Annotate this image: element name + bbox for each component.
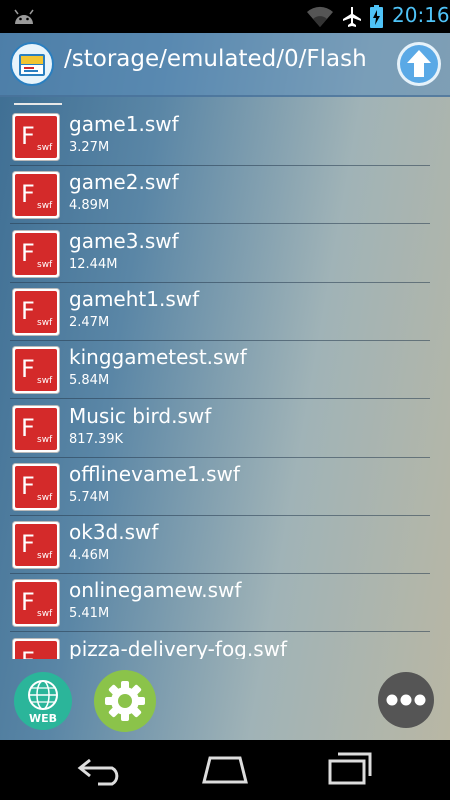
file-row[interactable]: Fswf ok3d.swf 4.46M <box>10 515 430 575</box>
swf-file-icon: Fswf <box>12 346 60 395</box>
swf-icon-sub: swf <box>37 435 53 445</box>
file-name: game1.swf <box>69 112 179 136</box>
file-size: 5.74M <box>69 489 110 505</box>
swf-icon-sub: swf <box>37 143 53 153</box>
android-icon <box>14 9 34 24</box>
swf-icon-sub: swf <box>37 551 53 561</box>
swf-icon-sub: swf <box>37 493 53 503</box>
bottom-toolbar: WEB <box>0 659 450 740</box>
web-label: WEB <box>29 712 57 725</box>
file-size: 4.46M <box>69 548 110 564</box>
swf-icon-letter: F <box>21 530 35 558</box>
swf-icon-letter: F <box>21 355 35 383</box>
swf-file-icon: Fswf <box>12 171 60 220</box>
file-row[interactable]: Fswf gameht1.swf 2.47M <box>10 282 430 341</box>
file-name: ok3d.swf <box>69 520 159 545</box>
file-size: 5.84M <box>69 373 110 389</box>
more-icon[interactable] <box>377 671 435 729</box>
file-row[interactable]: Fswf offlinevame1.swf 5.74M <box>10 457 430 516</box>
swf-icon-sub: swf <box>37 609 53 619</box>
swf-icon-letter: F <box>21 414 35 442</box>
file-row[interactable]: Fswf game3.swf 12.44M <box>10 224 430 283</box>
file-row[interactable]: Fswf kinggametest.swf 5.84M <box>10 340 430 400</box>
file-row[interactable]: Fswf onlinegamew.swf 5.41M <box>10 573 430 633</box>
airplane-icon <box>343 7 361 27</box>
status-bar: 20:16 <box>0 0 450 33</box>
header-bar: /storage/emulated/0/Flash <box>0 33 450 97</box>
file-size: 817.39K <box>69 431 124 447</box>
swf-file-icon: Fswf <box>12 521 60 570</box>
file-row[interactable]: Fswf pizza-delivery-fog.swf <box>10 632 430 659</box>
file-name: onlinegamew.swf <box>69 578 242 603</box>
swf-icon-sub: swf <box>37 376 53 386</box>
up-arrow-icon[interactable] <box>396 41 442 87</box>
clock: 20:16 <box>392 3 450 27</box>
gear-icon[interactable] <box>93 669 157 733</box>
file-name: kinggametest.swf <box>69 345 247 370</box>
swf-icon-sub: swf <box>37 318 53 328</box>
file-size: 4.89M <box>69 198 110 214</box>
current-path: /storage/emulated/0/Flash <box>64 46 367 72</box>
home-icon[interactable] <box>200 754 250 786</box>
swf-icon-sub: swf <box>37 260 53 270</box>
file-name: gameht1.swf <box>69 286 200 311</box>
swf-icon-letter: F <box>21 647 35 659</box>
file-name: game3.swf <box>69 228 179 253</box>
battery-charging-icon <box>370 5 383 28</box>
file-size: 2.47M <box>69 314 110 330</box>
swf-icon-letter: F <box>21 122 35 150</box>
swf-icon-letter: F <box>21 239 35 267</box>
swf-file-icon: Fswf <box>12 229 60 278</box>
swf-icon-letter: F <box>21 297 35 325</box>
file-list[interactable]: Fswf game1.swf 3.27M Fswf game2.swf 4.89M Fswf… <box>0 99 450 659</box>
app-icon[interactable] <box>10 42 54 86</box>
file-browser: /storage/emulated/0/Flash Fswf game1.swf 3… <box>0 33 450 740</box>
swf-file-icon: Fswf <box>12 287 60 336</box>
swf-icon-letter: F <box>21 588 35 616</box>
swf-file-icon: Fswf <box>12 404 60 453</box>
file-size: 3.27M <box>69 140 110 155</box>
scroll-indicator <box>14 103 62 105</box>
swf-icon-letter: F <box>21 180 35 208</box>
file-name: game2.swf <box>69 170 179 195</box>
swf-icon-letter: F <box>21 472 35 500</box>
wifi-icon <box>307 6 333 27</box>
file-row[interactable]: Fswf game2.swf 4.89M <box>10 165 430 225</box>
swf-file-icon: Fswf <box>12 637 60 659</box>
file-row[interactable]: Fswf Music bird.swf 817.39K <box>10 399 430 458</box>
swf-file-icon: Fswf <box>12 579 60 628</box>
navigation-bar <box>0 740 450 800</box>
file-name: pizza-delivery-fog.swf <box>69 636 288 659</box>
file-name: Music bird.swf <box>69 403 212 428</box>
back-icon[interactable] <box>76 754 126 786</box>
file-size: 12.44M <box>69 256 118 272</box>
file-size: 5.41M <box>69 606 110 622</box>
swf-file-icon: Fswf <box>12 113 60 161</box>
recents-icon[interactable] <box>326 752 376 786</box>
swf-file-icon: Fswf <box>12 462 60 511</box>
file-name: offlinevame1.swf <box>69 461 240 486</box>
file-row[interactable]: Fswf game1.swf 3.27M <box>10 107 430 166</box>
web-globe-icon[interactable]: WEB <box>13 671 73 731</box>
swf-icon-sub: swf <box>37 201 53 211</box>
